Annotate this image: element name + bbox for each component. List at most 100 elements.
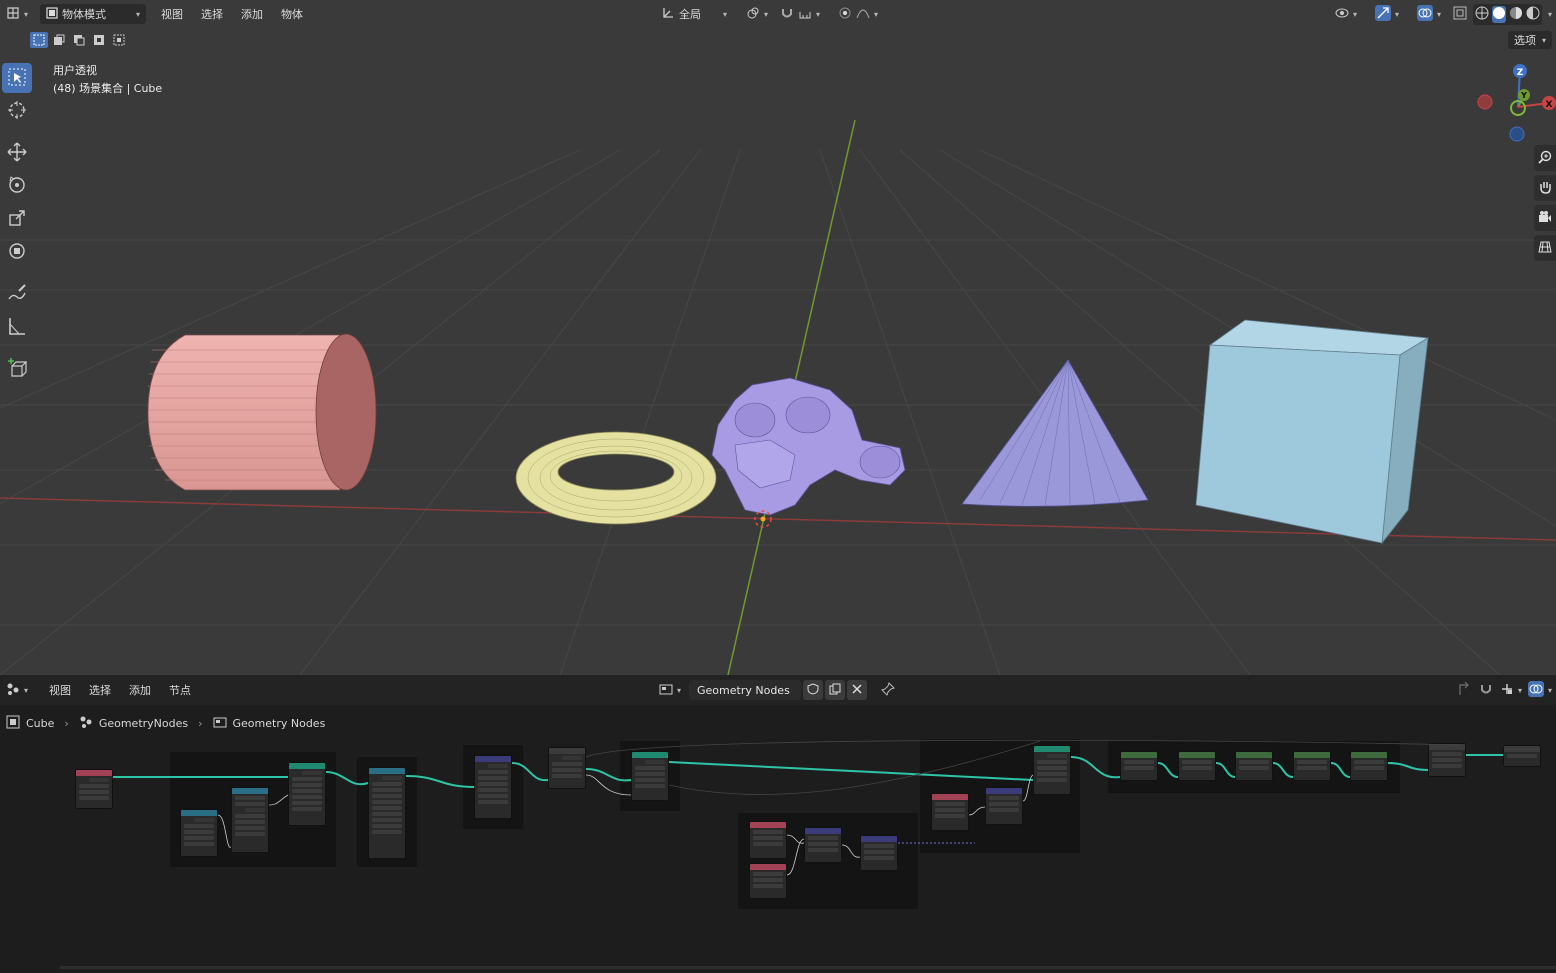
gizmo-toggle[interactable]: ▾ [1369,4,1405,24]
breadcrumb-object[interactable]: Cube [26,717,54,730]
3d-viewport[interactable]: ▾ 物体模式 ▾ 视图 选择 添加 物体 全局 ▾ ▾ ▾ ▾ ▾ ▾ ▾ ▾ … [0,0,1556,675]
node-snap-icon[interactable] [1478,681,1494,700]
node[interactable] [1120,751,1158,781]
node[interactable] [860,835,898,871]
snap-toggle[interactable]: ▾ [774,4,826,24]
node[interactable] [288,762,326,826]
zoom-icon [1538,150,1552,167]
node[interactable] [548,747,586,789]
node-menu-node[interactable]: 节点 [160,682,200,698]
breadcrumb-modifier[interactable]: GeometryNodes [99,717,188,730]
gizmo-neg-z[interactable] [1509,126,1525,142]
node[interactable] [985,787,1023,825]
node-snap-element[interactable]: ▾ [1500,680,1522,700]
status-bar [60,966,1556,969]
cylinder-object[interactable] [147,333,377,491]
node[interactable] [1428,743,1466,777]
material-shading-icon[interactable] [1509,6,1523,23]
menu-view[interactable]: 视图 [152,6,192,22]
tool-scale[interactable] [2,204,32,234]
node[interactable] [749,821,787,859]
viewport-scene[interactable] [0,0,1556,675]
tool-rotate[interactable] [2,171,32,201]
menu-add[interactable]: 添加 [232,6,272,22]
breadcrumb-node-tree[interactable]: Geometry Nodes [233,717,326,730]
options-dropdown[interactable]: 选项 ▾ [1507,31,1552,49]
zoom-button[interactable] [1534,145,1556,171]
tool-transform[interactable] [2,237,32,267]
cube-object[interactable] [1195,319,1430,545]
node[interactable] [804,827,842,863]
node-menu-bar: 视图 选择 添加 节点 [40,682,200,698]
shield-icon [807,682,819,698]
solid-shading-icon[interactable] [1491,5,1506,23]
shading-modes [1472,3,1542,25]
pin-icon[interactable] [881,681,895,699]
node-editor-type-menu[interactable]: ▾ [0,680,34,700]
node-menu-add[interactable]: 添加 [120,682,160,698]
node[interactable] [231,787,269,853]
menu-object[interactable]: 物体 [272,6,312,22]
parent-node-tree-icon[interactable] [1456,681,1472,700]
select-subtract-icon[interactable] [70,32,88,48]
node-menu-view[interactable]: 视图 [40,682,80,698]
gizmo-neg-x[interactable] [1477,94,1493,110]
node[interactable] [631,751,669,801]
node[interactable] [931,793,969,831]
tool-add-cube[interactable] [2,354,32,384]
rendered-shading-icon[interactable] [1526,6,1540,23]
node-menu-select[interactable]: 选择 [80,682,120,698]
select-new-icon[interactable] [30,32,48,48]
tool-move[interactable] [2,138,32,168]
node-overlays-toggle[interactable]: ▾ [1527,680,1552,700]
proportional-edit[interactable]: ▾ [832,4,884,24]
menu-select[interactable]: 选择 [192,6,232,22]
select-intersect-icon[interactable] [110,32,128,48]
breadcrumb: Cube › GeometryNodes › Geometry Nodes [6,715,325,732]
node[interactable] [1178,751,1216,781]
visibility-toggle[interactable]: ▾ [1329,4,1363,24]
pivot-icon [746,6,760,23]
shading-dropdown[interactable]: ▾ [1548,10,1552,19]
node[interactable] [749,863,787,899]
torus-object[interactable] [515,431,717,525]
wireframe-shading-icon[interactable] [1475,6,1489,23]
node-tree-name-field[interactable]: Geometry Nodes [689,680,802,700]
xray-icon[interactable] [1453,6,1467,23]
chevron-right-icon: › [64,717,69,730]
tool-measure[interactable] [2,312,32,342]
node-canvas[interactable] [0,735,1556,973]
node[interactable] [1350,751,1388,781]
select-extend-icon[interactable] [50,32,68,48]
viewport-info: 用户透视 (48) 场景集合 | Cube [53,62,162,98]
unlink-button[interactable] [847,680,868,700]
overlays-toggle[interactable]: ▾ [1411,4,1447,24]
tool-cursor[interactable] [2,96,32,126]
node[interactable] [75,769,113,809]
pan-button[interactable] [1534,175,1556,201]
select-invert-icon[interactable] [90,32,108,48]
ortho-toggle-button[interactable] [1534,235,1556,261]
tool-shelf [0,60,34,387]
tool-annotate[interactable] [2,279,32,309]
tool-select-box[interactable] [2,63,32,93]
duplicate-button[interactable] [825,680,846,700]
node-editor[interactable]: ▾ 视图 选择 添加 节点 ▾ Geometry Nodes ▾ ▾ Cube … [0,675,1556,973]
gizmo-y-label: Y [1520,91,1527,100]
navigation-gizmo[interactable]: Z Y X [1476,58,1556,148]
node[interactable] [180,809,218,857]
node[interactable] [1293,751,1331,781]
node[interactable] [474,755,512,819]
node[interactable] [1033,745,1071,795]
node[interactable] [1235,751,1273,781]
fake-user-button[interactable] [803,680,824,700]
mode-selector[interactable]: 物体模式 ▾ [40,4,147,24]
node-tree-browse[interactable]: ▾ [653,680,687,700]
node[interactable] [368,767,406,859]
camera-view-button[interactable] [1534,205,1556,231]
pivot-point[interactable]: ▾ [740,4,774,24]
node[interactable] [1503,745,1541,767]
falloff-icon [856,6,870,23]
editor-type-menu[interactable]: ▾ [0,4,34,24]
transform-orientation[interactable]: 全局 ▾ [655,4,733,24]
